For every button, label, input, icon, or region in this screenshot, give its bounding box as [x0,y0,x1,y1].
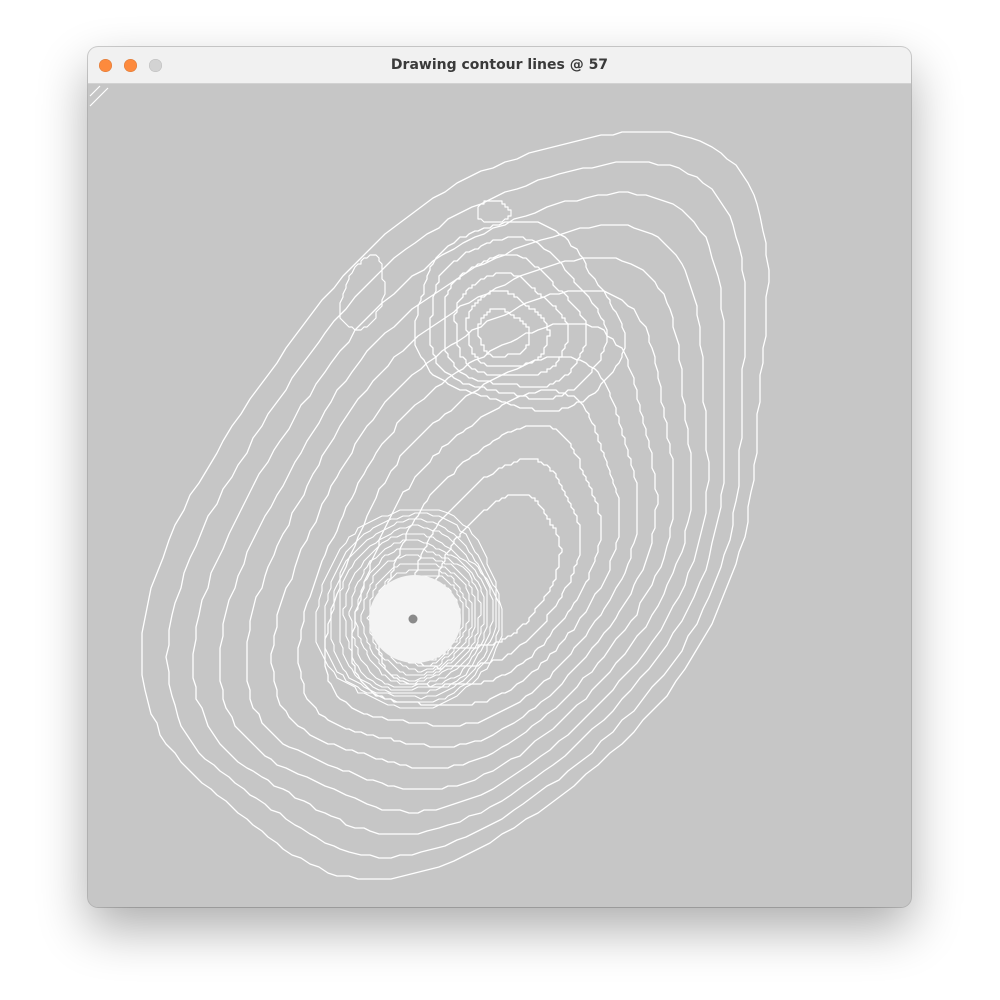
contour-line-knob-top [477,200,512,223]
contour-lines [89,85,770,880]
contour-line-outer-3 [192,191,725,835]
peak-marker [408,614,418,624]
contour-line-outer-8 [324,356,638,727]
contour-line-outer-2 [165,161,746,859]
window-title: Drawing contour lines @ 57 [390,57,609,73]
contour-line-knob-left [339,254,386,331]
drawing-canvas[interactable] [88,84,911,907]
title-bar[interactable]: Drawing contour lines @ 57 [88,47,911,84]
peak-region [369,575,461,663]
contour-line-corner [89,85,109,107]
contour-map [89,85,770,880]
contour-line-basin-4 [453,272,569,376]
contour-line-basin-6 [477,308,530,358]
app-window: Drawing contour lines @ 57 [88,47,911,907]
